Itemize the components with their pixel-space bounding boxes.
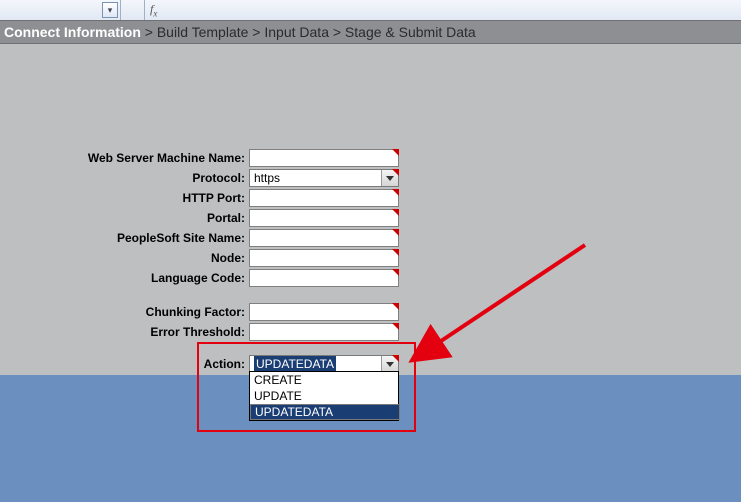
- action-label: Action:: [60, 357, 249, 371]
- name-box-dropdown-icon[interactable]: ▾: [102, 2, 118, 18]
- required-marker-icon: [392, 355, 399, 362]
- action-dropdown-list[interactable]: CREATE UPDATE UPDATEDATA: [249, 371, 399, 421]
- protocol-value: https: [254, 170, 280, 186]
- required-marker-icon: [392, 249, 399, 256]
- connect-info-form: Web Server Machine Name: Protocol: https…: [60, 148, 500, 374]
- formula-input[interactable]: [170, 0, 741, 20]
- action-value: UPDATEDATA: [254, 356, 336, 372]
- node-label: Node:: [60, 251, 249, 265]
- site-name-label: PeopleSoft Site Name:: [60, 231, 249, 245]
- action-option-updatedata[interactable]: UPDATEDATA: [250, 404, 400, 420]
- http-port-label: HTTP Port:: [60, 191, 249, 205]
- name-box[interactable]: ▾: [0, 0, 121, 20]
- portal-label: Portal:: [60, 211, 249, 225]
- formula-bar-separator: [144, 0, 145, 20]
- action-option-update[interactable]: UPDATE: [250, 388, 398, 404]
- error-threshold-label: Error Threshold:: [60, 325, 249, 339]
- protocol-select[interactable]: https: [249, 169, 399, 187]
- breadcrumb-rest: > Build Template > Input Data > Stage & …: [141, 24, 476, 40]
- breadcrumb-current: Connect Information: [0, 24, 141, 40]
- fx-icon[interactable]: fx: [150, 2, 157, 18]
- required-marker-icon: [392, 323, 399, 330]
- node-input[interactable]: [249, 249, 399, 267]
- http-port-input[interactable]: [249, 189, 399, 207]
- action-option-create[interactable]: CREATE: [250, 372, 398, 388]
- breadcrumb: Connect Information > Build Template > I…: [0, 20, 741, 44]
- chunking-factor-input[interactable]: [249, 303, 399, 321]
- web-server-label: Web Server Machine Name:: [60, 151, 249, 165]
- required-marker-icon: [392, 303, 399, 310]
- required-marker-icon: [392, 169, 399, 176]
- language-code-input[interactable]: [249, 269, 399, 287]
- site-name-input[interactable]: [249, 229, 399, 247]
- required-marker-icon: [392, 229, 399, 236]
- required-marker-icon: [392, 149, 399, 156]
- required-marker-icon: [392, 189, 399, 196]
- portal-input[interactable]: [249, 209, 399, 227]
- error-threshold-input[interactable]: [249, 323, 399, 341]
- language-code-label: Language Code:: [60, 271, 249, 285]
- formula-bar: ▾ fx: [0, 0, 741, 21]
- required-marker-icon: [392, 209, 399, 216]
- protocol-label: Protocol:: [60, 171, 249, 185]
- chunking-factor-label: Chunking Factor:: [60, 305, 249, 319]
- web-server-input[interactable]: [249, 149, 399, 167]
- required-marker-icon: [392, 269, 399, 276]
